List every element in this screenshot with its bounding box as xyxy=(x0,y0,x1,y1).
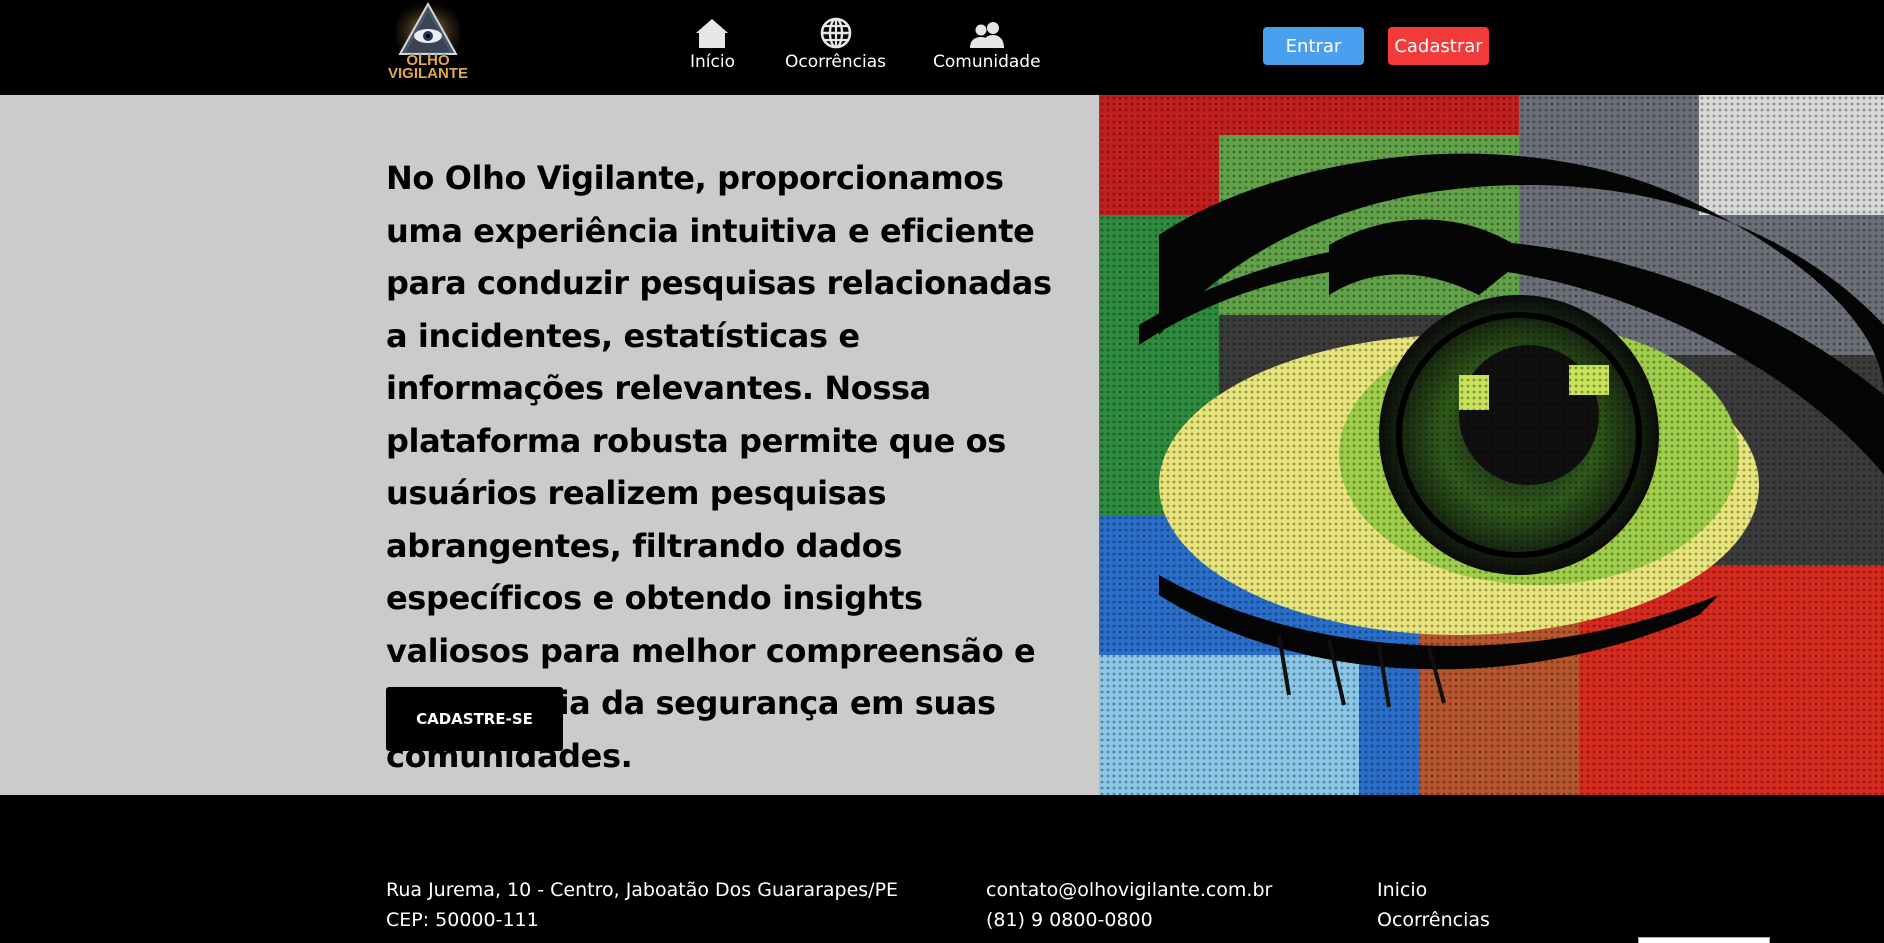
site-header: OLHO VIGILANTE Início Ocorrências Comuni… xyxy=(0,0,1884,95)
footer-address: Rua Jurema, 10 - Centro, Jaboatão Dos Gu… xyxy=(386,879,899,901)
signup-button[interactable]: Cadastrar xyxy=(1388,27,1489,65)
cadastre-se-button[interactable]: CADASTRE-SE xyxy=(386,687,563,751)
nav-label-comunidade: Comunidade xyxy=(933,52,1041,72)
home-icon xyxy=(695,16,729,49)
login-button[interactable]: Entrar xyxy=(1263,27,1364,65)
nav-label-inicio: Início xyxy=(690,52,735,72)
eye-pyramid-icon xyxy=(396,2,460,58)
colorful-eye-image xyxy=(1099,95,1884,795)
logo-line-2: VIGILANTE xyxy=(388,65,469,82)
nav-label-ocorrencias: Ocorrências xyxy=(785,52,887,72)
nav-item-inicio[interactable]: Início xyxy=(690,16,735,72)
nav-item-comunidade[interactable]: Comunidade xyxy=(933,16,1041,72)
site-footer xyxy=(0,795,1884,943)
footer-link-ocorrencias[interactable]: Ocorrências xyxy=(1377,909,1490,931)
site-logo[interactable]: OLHO VIGILANTE xyxy=(388,2,469,82)
footer-cep: CEP: 50000-111 xyxy=(386,909,539,931)
footer-phone: (81) 9 0800-0800 xyxy=(986,909,1153,931)
floating-widget[interactable] xyxy=(1638,937,1770,943)
footer-link-inicio[interactable]: Inicio xyxy=(1377,879,1427,901)
nav-item-ocorrencias[interactable]: Ocorrências xyxy=(785,16,886,72)
users-icon xyxy=(969,16,1005,49)
footer-email-link[interactable]: contato@olhovigilante.com.br xyxy=(986,879,1272,901)
globe-icon xyxy=(820,16,852,49)
logo-text: OLHO VIGILANTE xyxy=(388,53,469,82)
